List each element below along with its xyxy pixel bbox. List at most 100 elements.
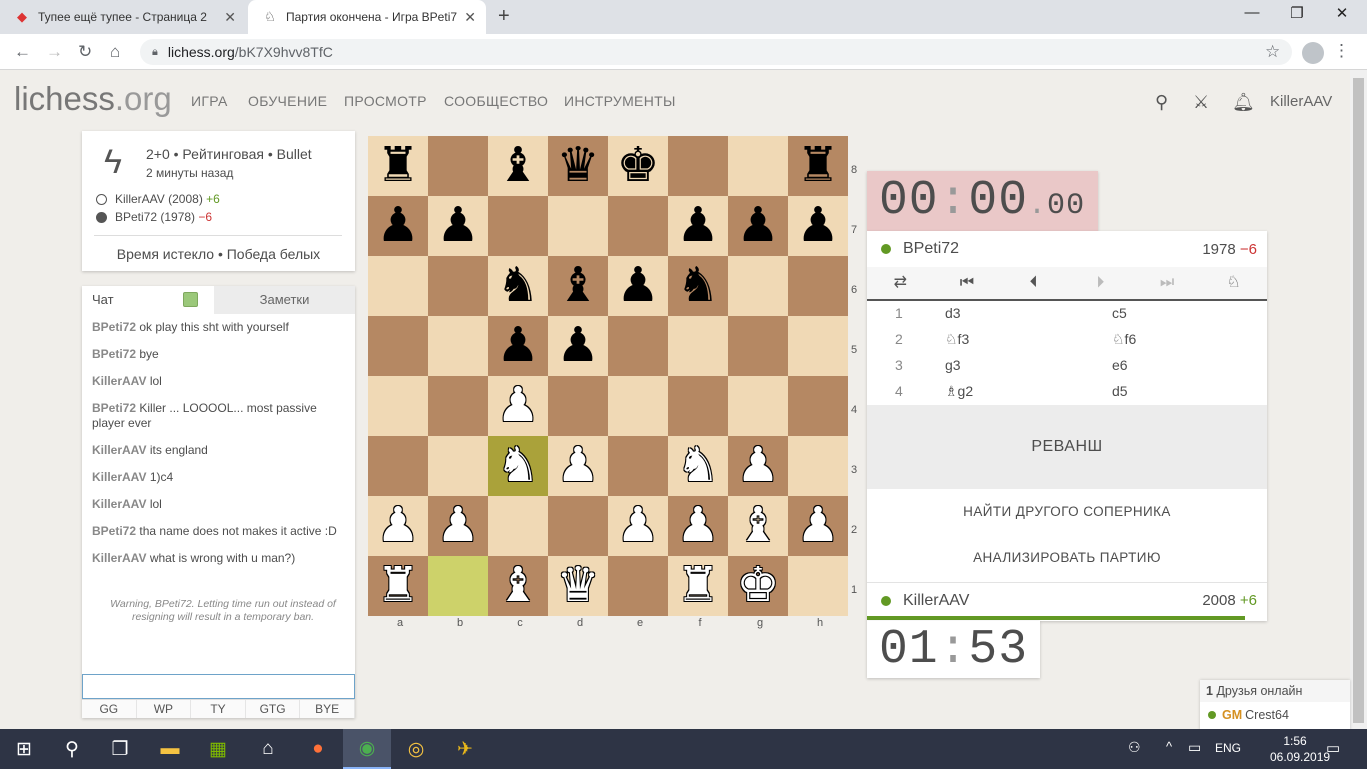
close-tab-icon[interactable]: ✕: [464, 9, 476, 26]
black-bishop-icon[interactable]: ♝: [556, 262, 599, 310]
nav-community[interactable]: СООБЩЕСТВО: [444, 93, 548, 109]
board-square[interactable]: [668, 376, 728, 436]
first-move-icon[interactable]: ⏮: [934, 267, 1001, 299]
white-pawn-icon[interactable]: ♟: [736, 442, 779, 490]
nav-tools[interactable]: ИНСТРУМЕНТЫ: [564, 93, 676, 109]
new-opponent-button[interactable]: НАЙТИ ДРУГОГО СОПЕРНИКА: [867, 504, 1267, 519]
black-king-icon[interactable]: ♚: [616, 142, 659, 190]
friends-online-box[interactable]: 1 Друзья онлайн GM Crest64: [1200, 680, 1350, 730]
chess-board[interactable]: ♜ ♝ ♛ ♚ ♜ ♟ ♟ ♟ ♟ ♟ ♞ ♝ ♟ ♞ ♟ ♟ ♟ ♞ ♟ ♞ ♟ ♟ ♟ ♟ ♟ ♝ ♟ ♜ ♝ ♛ ♜ ♚: [368, 136, 848, 616]
forward-icon[interactable]: →: [46, 42, 63, 62]
white-move[interactable]: ♘f3: [945, 331, 969, 348]
board-square[interactable]: ♞: [488, 256, 548, 316]
black-pawn-icon[interactable]: ♟: [616, 262, 659, 310]
board-square[interactable]: ♟: [428, 496, 488, 556]
white-pawn-icon[interactable]: ♟: [796, 502, 839, 550]
new-tab-icon[interactable]: +: [498, 5, 510, 28]
board-square[interactable]: [548, 376, 608, 436]
chat-username[interactable]: KillerAAV: [92, 374, 146, 388]
windows-start-icon[interactable]: ⊞: [0, 729, 48, 769]
chat-username[interactable]: BPeti72: [92, 524, 136, 538]
board-square[interactable]: ♝: [488, 136, 548, 196]
board-square[interactable]: [608, 376, 668, 436]
board-square[interactable]: [488, 496, 548, 556]
board-square[interactable]: ♟: [428, 196, 488, 256]
board-square[interactable]: ♝: [488, 556, 548, 616]
black-pawn-icon[interactable]: ♟: [496, 322, 539, 370]
reload-icon[interactable]: ↻: [78, 42, 92, 62]
chrome-icon[interactable]: ◉: [343, 729, 391, 769]
board-square[interactable]: ♜: [368, 136, 428, 196]
black-pawn-icon[interactable]: ♟: [796, 202, 839, 250]
board-square[interactable]: ♛: [548, 136, 608, 196]
board-square[interactable]: ♟: [788, 196, 848, 256]
quick-reply-button[interactable]: GTG: [245, 700, 301, 718]
tray-arrow-icon[interactable]: ^: [1166, 739, 1172, 754]
board-square[interactable]: ♚: [728, 556, 788, 616]
firefox-icon[interactable]: ●: [294, 729, 342, 769]
white-rook-icon[interactable]: ♜: [376, 562, 419, 610]
board-square[interactable]: [548, 496, 608, 556]
board-square[interactable]: ♟: [728, 196, 788, 256]
board-square[interactable]: ♞: [668, 256, 728, 316]
tab-notes[interactable]: Заметки: [214, 286, 355, 314]
board-square[interactable]: ♟: [368, 196, 428, 256]
board-square[interactable]: ♟: [668, 196, 728, 256]
board-square[interactable]: [488, 196, 548, 256]
board-square[interactable]: ♟: [788, 496, 848, 556]
white-knight-icon[interactable]: ♞: [496, 442, 539, 490]
black-pawn-icon[interactable]: ♟: [736, 202, 779, 250]
tab-chat[interactable]: Чат: [82, 286, 214, 314]
board-square[interactable]: [608, 316, 668, 376]
system-clock[interactable]: 1:56 06.09.2019: [1270, 733, 1330, 765]
board-square[interactable]: [368, 376, 428, 436]
chat-toggle-checkbox[interactable]: [183, 292, 198, 307]
site-logo[interactable]: lichess.org: [14, 80, 172, 118]
board-square[interactable]: [608, 556, 668, 616]
store-icon[interactable]: ▦: [194, 729, 242, 769]
board-square[interactable]: [728, 316, 788, 376]
chat-username[interactable]: KillerAAV: [92, 443, 146, 457]
nav-learn[interactable]: ОБУЧЕНИЕ: [248, 93, 327, 109]
board-square[interactable]: [608, 436, 668, 496]
white-player[interactable]: KillerAAV (2008) +6: [96, 192, 220, 206]
board-square[interactable]: [788, 316, 848, 376]
user-menu[interactable]: KillerAAV: [1270, 93, 1332, 110]
flip-board-icon[interactable]: ⇄: [867, 267, 934, 299]
white-bishop-icon[interactable]: ♝: [736, 502, 779, 550]
bookmark-star-icon[interactable]: ☆: [1265, 42, 1280, 62]
black-move[interactable]: ♘f6: [1112, 331, 1136, 348]
rematch-button[interactable]: РЕВАНШ: [867, 405, 1267, 489]
browser-menu-icon[interactable]: ⋮: [1333, 41, 1350, 61]
board-square[interactable]: ♚: [608, 136, 668, 196]
board-square[interactable]: ♝: [728, 496, 788, 556]
black-move[interactable]: d5: [1112, 383, 1128, 399]
last-move-icon[interactable]: ⏭: [1134, 267, 1201, 299]
language-indicator[interactable]: ENG: [1215, 741, 1241, 755]
board-square[interactable]: [668, 316, 728, 376]
task-view-icon[interactable]: ❐: [96, 729, 144, 769]
browser-tab[interactable]: ◆ Тупее ещё тупее - Страница 2 ✕: [0, 0, 246, 34]
black-pawn-icon[interactable]: ♟: [556, 322, 599, 370]
white-move[interactable]: d3: [945, 305, 961, 321]
friend-item[interactable]: GM Crest64: [1200, 702, 1350, 728]
board-square[interactable]: [368, 316, 428, 376]
board-square[interactable]: ♟: [728, 436, 788, 496]
quick-reply-button[interactable]: BYE: [300, 700, 355, 718]
board-square[interactable]: [788, 376, 848, 436]
black-knight-icon[interactable]: ♞: [676, 262, 719, 310]
black-queen-icon[interactable]: ♛: [556, 142, 599, 190]
black-bishop-icon[interactable]: ♝: [496, 142, 539, 190]
board-square[interactable]: ♟: [368, 496, 428, 556]
board-square[interactable]: [788, 436, 848, 496]
analyse-game-button[interactable]: АНАЛИЗИРОВАТЬ ПАРТИЮ: [867, 550, 1267, 565]
board-square[interactable]: ♟: [668, 496, 728, 556]
app-icon[interactable]: ✈: [441, 729, 489, 769]
page-scrollbar[interactable]: [1350, 70, 1367, 730]
white-pawn-icon[interactable]: ♟: [436, 502, 479, 550]
close-tab-icon[interactable]: ✕: [224, 9, 236, 26]
white-pawn-icon[interactable]: ♟: [676, 502, 719, 550]
white-move[interactable]: ♗g2: [945, 383, 973, 400]
board-square[interactable]: [428, 556, 488, 616]
chat-username[interactable]: KillerAAV: [92, 470, 146, 484]
